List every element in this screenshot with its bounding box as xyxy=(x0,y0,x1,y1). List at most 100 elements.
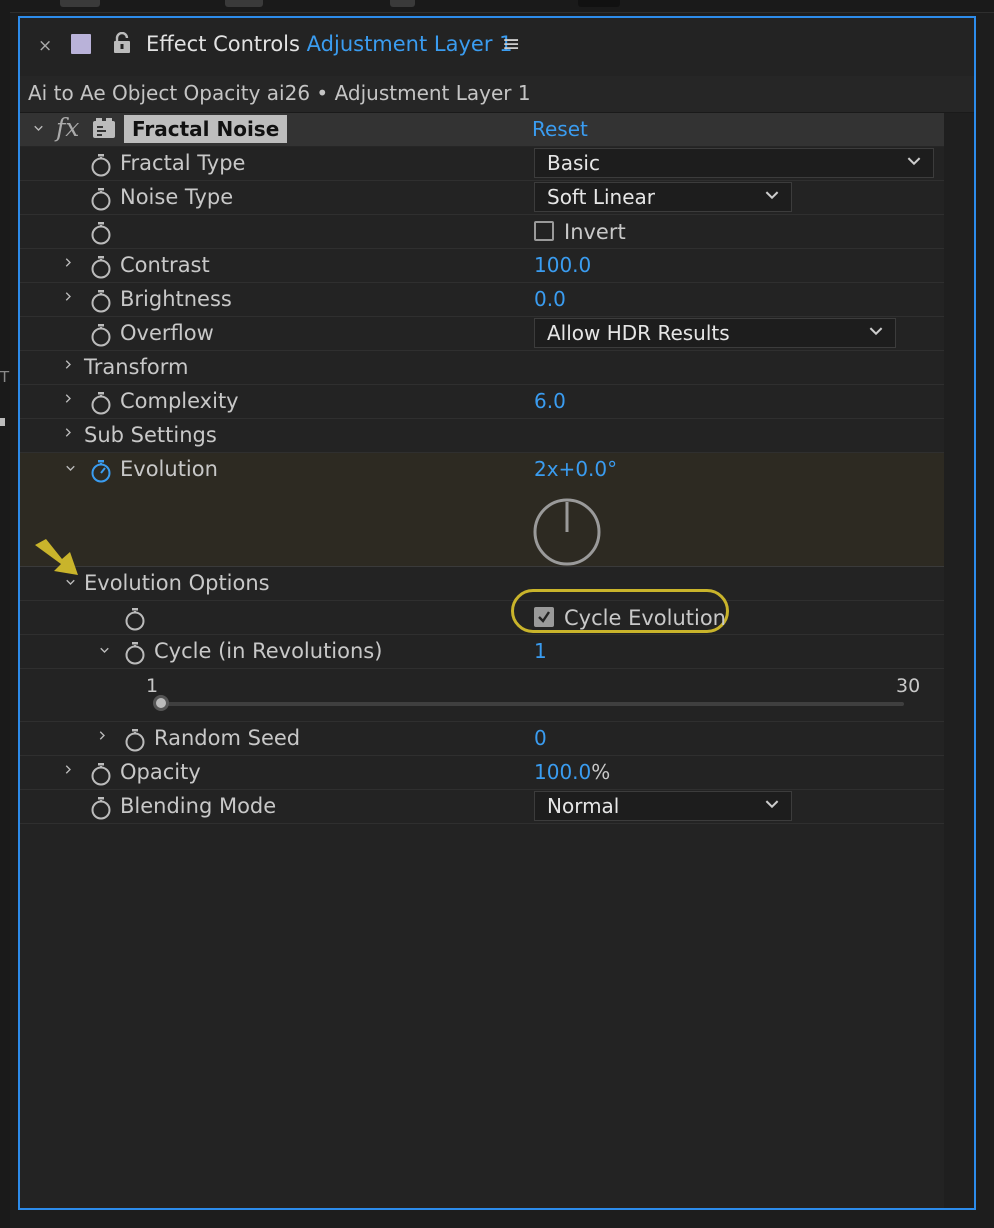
group-label: Sub Settings xyxy=(84,423,217,447)
fx-toggle-icon[interactable]: fx xyxy=(56,113,79,142)
panel-menu-icon[interactable]: ≡ xyxy=(502,34,520,56)
stopwatch-icon[interactable] xyxy=(90,153,112,177)
invert-label: Invert xyxy=(564,220,626,244)
label-color-swatch[interactable] xyxy=(71,34,91,54)
property-row-transform: Transform xyxy=(20,351,944,385)
panel-title: Effect Controls Adjustment Layer 1 xyxy=(146,32,512,56)
breadcrumb-text: Ai to Ae Object Opacity ai26 • Adjustmen… xyxy=(28,81,531,105)
effect-preset-icon[interactable] xyxy=(92,118,116,145)
dropdown-value: Soft Linear xyxy=(547,185,655,209)
stopwatch-icon[interactable] xyxy=(124,728,146,752)
reset-link[interactable]: Reset xyxy=(532,117,588,141)
invert-checkbox[interactable] xyxy=(534,221,554,241)
complexity-value[interactable]: 6.0 xyxy=(534,389,566,413)
group-label: Evolution Options xyxy=(84,571,270,595)
chevron-right-icon[interactable] xyxy=(64,360,73,369)
brightness-value[interactable]: 0.0 xyxy=(534,287,566,311)
property-row-noise-type: Noise Type Soft Linear xyxy=(20,181,944,215)
noise-type-dropdown[interactable]: Soft Linear xyxy=(534,182,792,212)
annotation-arrow-icon xyxy=(35,539,78,575)
stopwatch-icon[interactable] xyxy=(90,187,112,211)
checkmark-icon xyxy=(538,611,550,623)
effect-name[interactable]: Fractal Noise xyxy=(124,115,288,143)
chevron-right-icon[interactable] xyxy=(64,428,73,437)
stopwatch-icon[interactable] xyxy=(90,289,112,313)
close-tab-button[interactable]: × xyxy=(38,36,52,56)
property-row-overflow: Overflow Allow HDR Results xyxy=(20,317,944,351)
property-row-evolution-options: Evolution Options xyxy=(20,539,944,601)
property-row-contrast: Contrast 100.0 xyxy=(20,249,944,283)
dropdown-value: Normal xyxy=(547,794,620,818)
chevron-down-icon[interactable] xyxy=(100,646,109,655)
stopwatch-icon[interactable] xyxy=(90,796,112,820)
property-label: Overflow xyxy=(120,321,214,345)
stopwatch-icon[interactable] xyxy=(124,607,146,631)
slider-min-label: 1 xyxy=(146,675,159,697)
top-strip-block xyxy=(390,0,415,7)
slider-max-label: 30 xyxy=(896,675,921,697)
blending-mode-dropdown[interactable]: Normal xyxy=(534,791,792,821)
property-label: Cycle (in Revolutions) xyxy=(154,639,383,663)
property-row-blending-mode: Blending Mode Normal xyxy=(20,790,944,824)
random-seed-value[interactable]: 0 xyxy=(534,726,547,750)
property-label: Complexity xyxy=(120,389,239,413)
opacity-value[interactable]: 100.0% xyxy=(534,760,610,784)
property-row-evolution: Evolution 2x+0.0° xyxy=(20,453,944,567)
property-row-sub-settings: Sub Settings xyxy=(20,419,944,453)
contrast-value[interactable]: 100.0 xyxy=(534,253,591,277)
slider-track[interactable] xyxy=(162,702,904,706)
vertical-scrollbar[interactable] xyxy=(944,113,974,1208)
left-strip: T xyxy=(0,12,10,1228)
opacity-number[interactable]: 100.0 xyxy=(534,760,591,784)
chevron-down-icon xyxy=(765,191,779,200)
dropdown-value: Basic xyxy=(547,151,600,175)
stopwatch-icon[interactable] xyxy=(90,762,112,786)
panel-title-label: Effect Controls xyxy=(146,32,300,56)
property-label: Blending Mode xyxy=(120,794,277,818)
property-row-random-seed: Random Seed 0 xyxy=(20,722,944,756)
chevron-down-icon xyxy=(907,157,921,166)
chevron-down-icon[interactable] xyxy=(34,124,43,133)
top-strip-block xyxy=(225,0,263,7)
property-label: Noise Type xyxy=(120,185,234,209)
fractal-type-dropdown[interactable]: Basic xyxy=(534,148,934,178)
left-edge-letter: T xyxy=(0,368,10,386)
property-row-complexity: Complexity 6.0 xyxy=(20,385,944,419)
group-label: Transform xyxy=(84,355,189,379)
effect-header-row: fx Fractal Noise Reset xyxy=(20,113,944,147)
effect-controls-panel: × Effect Controls Adjustment Layer 1 ≡ A… xyxy=(18,16,976,1210)
cycle-revolutions-slider-row: 1 30 xyxy=(20,669,944,722)
cycle-revolutions-value[interactable]: 1 xyxy=(534,639,547,663)
stopwatch-icon[interactable] xyxy=(90,221,112,245)
property-row-cycle-evolution: Cycle Evolution xyxy=(20,589,944,635)
stopwatch-active-icon[interactable] xyxy=(90,459,112,483)
top-strip-block xyxy=(60,0,100,7)
top-strip xyxy=(0,0,994,13)
chevron-right-icon[interactable] xyxy=(64,258,73,267)
stopwatch-icon[interactable] xyxy=(90,391,112,415)
panel-title-layer[interactable]: Adjustment Layer 1 xyxy=(307,32,513,56)
stopwatch-icon[interactable] xyxy=(124,641,146,665)
property-label: Random Seed xyxy=(154,726,301,750)
property-label: Opacity xyxy=(120,760,201,784)
chevron-right-icon[interactable] xyxy=(64,394,73,403)
chevron-down-icon[interactable] xyxy=(66,464,75,473)
property-row-opacity: Opacity 100.0% xyxy=(20,756,944,790)
cycle-evolution-checkbox[interactable] xyxy=(534,607,554,627)
overflow-dropdown[interactable]: Allow HDR Results xyxy=(534,318,896,348)
chevron-right-icon[interactable] xyxy=(64,765,73,774)
slider-knob[interactable] xyxy=(153,695,169,711)
chevron-right-icon[interactable] xyxy=(64,292,73,301)
stopwatch-icon[interactable] xyxy=(90,255,112,279)
unlock-icon[interactable] xyxy=(112,31,132,59)
property-row-fractal-type: Fractal Type Basic xyxy=(20,147,944,181)
chevron-down-icon xyxy=(869,327,883,336)
panel-tab-bar: × Effect Controls Adjustment Layer 1 ≡ xyxy=(20,18,974,76)
top-strip-block xyxy=(578,0,620,7)
stopwatch-icon[interactable] xyxy=(90,323,112,347)
property-label: Contrast xyxy=(120,253,210,277)
chevron-down-icon[interactable] xyxy=(66,578,75,587)
chevron-right-icon[interactable] xyxy=(98,731,107,740)
evolution-value[interactable]: 2x+0.0° xyxy=(534,457,617,481)
evolution-angle-dial[interactable] xyxy=(532,497,602,567)
